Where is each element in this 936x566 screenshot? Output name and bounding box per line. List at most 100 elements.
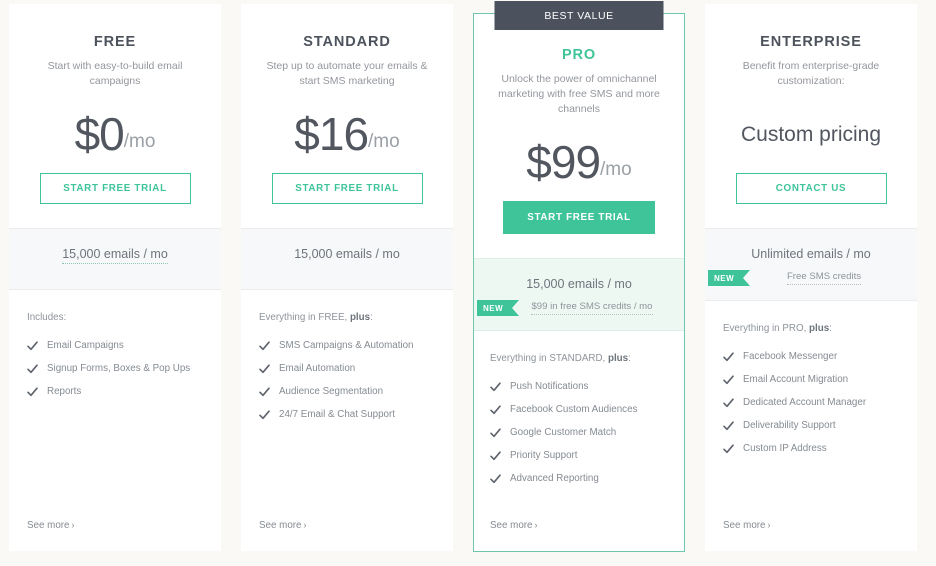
see-more-label: See more — [259, 520, 302, 531]
feature-label: Custom IP Address — [743, 443, 827, 454]
quota-emails-standard: 15,000 emails / mo — [294, 247, 400, 261]
quota-emails-pro: 15,000 emails / mo — [526, 277, 632, 291]
features-heading-prefix-free: Includes: — [27, 312, 67, 323]
features-free: Includes: Email Campaigns Signup Forms, … — [9, 290, 221, 551]
plan-name-standard: STANDARD — [303, 34, 391, 50]
features-heading-prefix-standard: Everything in FREE, — [259, 312, 350, 323]
check-icon — [259, 409, 270, 421]
features-heading-bold-enterprise: plus — [809, 323, 830, 334]
list-item: Priority Support — [490, 449, 668, 463]
cta-wrap-free: START FREE TRIAL — [9, 163, 221, 228]
quota-emails-enterprise: Unlimited emails / mo — [751, 247, 871, 261]
check-icon — [259, 363, 270, 375]
check-icon — [490, 381, 501, 393]
check-icon — [723, 351, 734, 363]
chevron-right-icon: › — [767, 520, 771, 530]
check-icon — [27, 386, 38, 398]
price-amount-standard: $16 — [294, 108, 369, 160]
list-item: Deliverability Support — [723, 419, 899, 433]
price-period-free: /mo — [123, 130, 156, 152]
feature-label: Email Automation — [279, 363, 356, 374]
contact-us-button[interactable]: CONTACT US — [735, 173, 887, 204]
plan-name-pro: PRO — [561, 47, 597, 63]
list-item: Signup Forms, Boxes & Pop Ups — [27, 362, 203, 376]
list-item: Google Customer Match — [490, 426, 668, 440]
feature-list-standard: SMS Campaigns & Automation Email Automat… — [259, 339, 435, 431]
feature-label: 24/7 Email & Chat Support — [279, 409, 395, 420]
price-block-enterprise: Custom pricing — [705, 89, 917, 163]
cta-wrap-pro: START FREE TRIAL — [474, 191, 684, 258]
feature-label: Audience Segmentation — [279, 386, 384, 397]
features-heading-prefix-pro: Everything in STANDARD, — [490, 353, 608, 364]
list-item: 24/7 Email & Chat Support — [259, 408, 435, 422]
list-item: Email Account Migration — [723, 373, 899, 387]
new-badge-enterprise: NEW — [708, 270, 750, 286]
features-heading-pro: Everything in STANDARD, plus: — [490, 353, 668, 364]
pricing-plans-grid: FREE Start with easy-to-build email camp… — [0, 0, 936, 566]
features-enterprise: Everything in PRO, plus: Facebook Messen… — [705, 301, 917, 551]
plan-name-free: FREE — [93, 34, 137, 50]
feature-label: Deliverability Support — [743, 420, 836, 431]
list-item: Dedicated Account Manager — [723, 396, 899, 410]
check-icon — [490, 427, 501, 439]
features-heading-suffix-standard: : — [370, 312, 373, 323]
chevron-right-icon: › — [534, 520, 538, 530]
check-icon — [259, 386, 270, 398]
chevron-right-icon: › — [303, 520, 307, 530]
price-block-free: $0/mo — [9, 89, 221, 163]
plan-tagline-standard: Step up to automate your emails & start … — [266, 60, 428, 87]
feature-list-enterprise: Facebook Messenger Email Account Migrati… — [723, 350, 899, 465]
card-header-free: FREE Start with easy-to-build email camp… — [9, 4, 221, 89]
feature-list-pro: Push Notifications Facebook Custom Audie… — [490, 380, 668, 495]
chevron-right-icon: › — [71, 520, 75, 530]
check-icon — [490, 450, 501, 462]
quota-sub-row-enterprise: NEW Free SMS credits — [705, 270, 917, 286]
pricing-card-free: FREE Start with easy-to-build email camp… — [9, 4, 221, 551]
feature-label: Advanced Reporting — [510, 473, 599, 484]
cta-wrap-enterprise: CONTACT US — [705, 163, 917, 228]
list-item: Email Automation — [259, 362, 435, 376]
list-item: Reports — [27, 385, 203, 399]
see-more-link-enterprise[interactable]: See more › — [723, 506, 899, 551]
best-value-ribbon: BEST VALUE — [494, 1, 664, 30]
features-pro: Everything in STANDARD, plus: Push Notif… — [474, 331, 684, 551]
list-item: SMS Campaigns & Automation — [259, 339, 435, 353]
features-standard: Everything in FREE, plus: SMS Campaigns … — [241, 290, 453, 551]
see-more-link-pro[interactable]: See more › — [490, 506, 668, 551]
pricing-card-standard: STANDARD Step up to automate your emails… — [241, 4, 453, 551]
features-heading-suffix-pro: : — [628, 353, 631, 364]
start-free-trial-button-free[interactable]: START FREE TRIAL — [39, 173, 191, 204]
quota-band-standard: 15,000 emails / mo — [241, 228, 453, 290]
pricing-card-enterprise: ENTERPRISE Benefit from enterprise-grade… — [705, 4, 917, 551]
price-period-standard: /mo — [368, 130, 400, 152]
plan-tagline-enterprise: Benefit from enterprise-grade customizat… — [742, 60, 880, 87]
check-icon — [27, 363, 38, 375]
price-block-pro: $99/mo — [474, 117, 684, 191]
see-more-label: See more — [490, 520, 533, 531]
see-more-label: See more — [27, 520, 70, 531]
feature-label: Push Notifications — [510, 381, 589, 392]
price-amount-enterprise: Custom pricing — [740, 122, 882, 146]
start-free-trial-button-standard[interactable]: START FREE TRIAL — [271, 173, 423, 204]
see-more-link-standard[interactable]: See more › — [259, 506, 435, 551]
check-icon — [723, 420, 734, 432]
start-free-trial-button-pro[interactable]: START FREE TRIAL — [503, 201, 655, 234]
cta-wrap-standard: START FREE TRIAL — [241, 163, 453, 228]
see-more-label: See more — [723, 520, 766, 531]
check-icon — [490, 404, 501, 416]
plan-tagline-pro: Unlock the power of omnichannel marketin… — [498, 73, 660, 115]
list-item: Push Notifications — [490, 380, 668, 394]
features-heading-suffix-enterprise: : — [829, 323, 832, 334]
feature-label: Reports — [47, 386, 82, 397]
features-heading-standard: Everything in FREE, plus: — [259, 312, 435, 323]
feature-label: SMS Campaigns & Automation — [279, 340, 414, 351]
see-more-link-free[interactable]: See more › — [27, 506, 203, 551]
list-item: Custom IP Address — [723, 442, 899, 456]
quota-sms-credits-pro: $99 in free SMS credits / mo — [531, 301, 653, 315]
card-header-standard: STANDARD Step up to automate your emails… — [241, 4, 453, 89]
quota-band-free: 15,000 emails / mo — [9, 228, 221, 290]
list-item: Audience Segmentation — [259, 385, 435, 399]
check-icon — [723, 374, 734, 386]
list-item: Advanced Reporting — [490, 472, 668, 486]
feature-label: Signup Forms, Boxes & Pop Ups — [47, 363, 191, 374]
